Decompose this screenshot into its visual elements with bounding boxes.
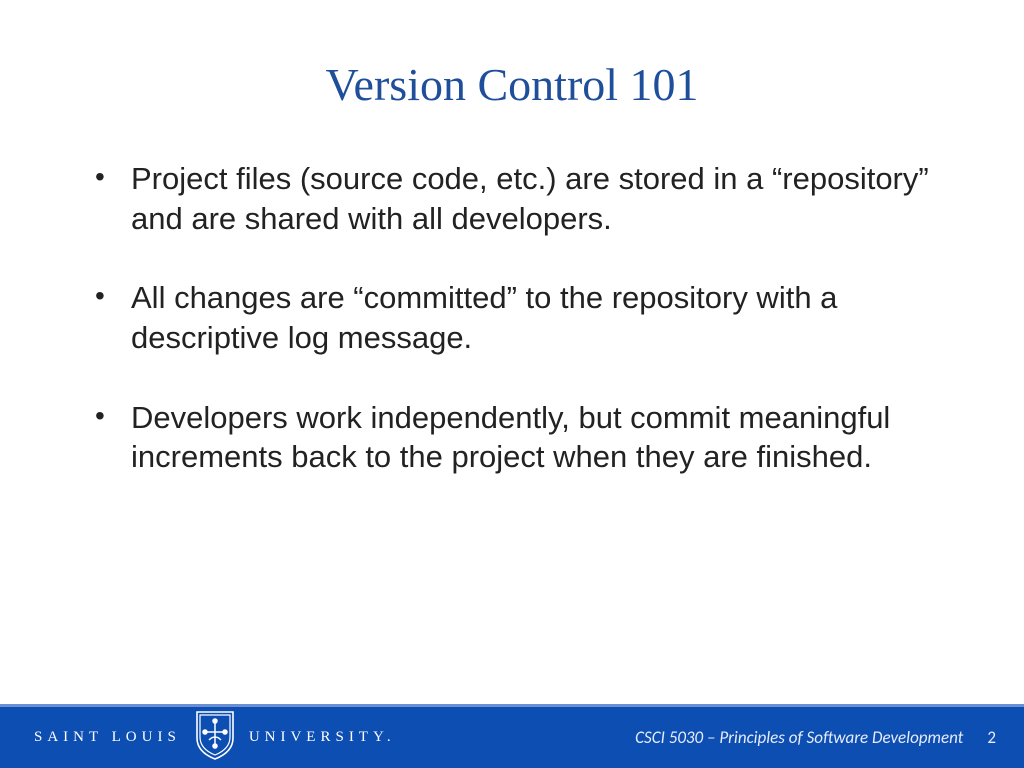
list-item: All changes are “committed” to the repos… [95,278,944,357]
bullet-list: Project files (source code, etc.) are st… [95,159,944,477]
org-name-right: UNIVERSITY. [249,729,396,746]
slide-title: Version Control 101 [0,58,1024,111]
shield-icon [195,710,235,760]
list-item: Developers work independently, but commi… [95,398,944,477]
slide: Version Control 101 Project files (sourc… [0,0,1024,768]
list-item: Project files (source code, etc.) are st… [95,159,944,238]
org-name-left: SAINT LOUIS [34,729,181,746]
course-label: CSCI 5030 – Principles of Software Devel… [635,727,963,748]
university-logo: SAINT LOUIS [34,716,396,760]
page-number: 2 [987,727,996,748]
footer-bar: SAINT LOUIS [0,707,1024,768]
slide-content: Project files (source code, etc.) are st… [0,159,1024,768]
slide-footer: SAINT LOUIS [0,704,1024,768]
